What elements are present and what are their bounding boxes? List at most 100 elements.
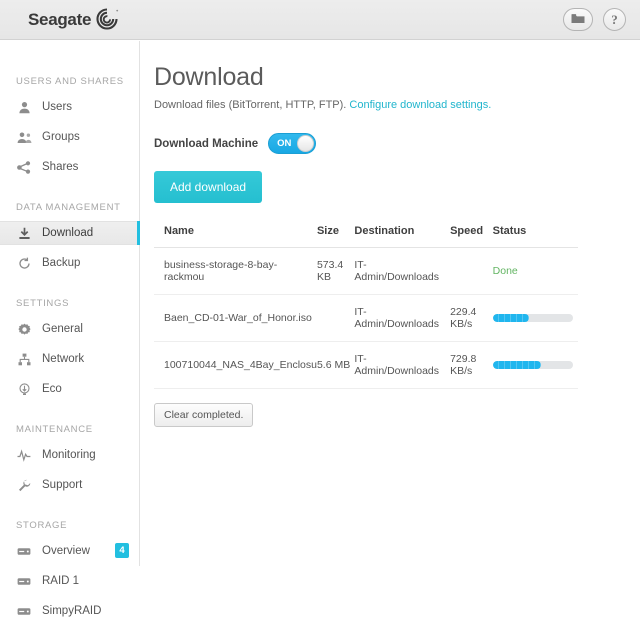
- brand-name: Seagate: [28, 10, 91, 30]
- sidebar-item-backup[interactable]: Backup: [0, 251, 139, 275]
- column-header-status[interactable]: Status: [493, 225, 578, 248]
- sidebar-item-label: Network: [42, 353, 84, 365]
- sidebar-item-label: Users: [42, 101, 72, 113]
- drive-icon: [16, 603, 32, 619]
- cell-name: Baen_CD-01-War_of_Honor.iso: [154, 295, 317, 342]
- sidebar-item-eco[interactable]: Eco: [0, 377, 139, 401]
- gear-icon: [16, 321, 32, 337]
- download-icon: [16, 225, 32, 241]
- sidebar-section-storage: STORAGE Overview 4 RAID 1 SimpyRAID: [0, 519, 139, 623]
- cell-size: 573.4 KB: [317, 248, 354, 295]
- sidebar-section-users-and-shares: USERS AND SHARES Users Groups Shares: [0, 75, 139, 179]
- eco-icon: [16, 381, 32, 397]
- folder-icon: [571, 13, 585, 27]
- status-done-text: Done: [493, 265, 518, 277]
- cell-size: 5.6 MB: [317, 342, 354, 389]
- brand-logo: Seagate: [28, 6, 120, 34]
- table-header-row: Name Size Destination Speed Status: [154, 225, 578, 248]
- sidebar-item-label: Groups: [42, 131, 80, 143]
- share-icon: [16, 159, 32, 175]
- sidebar-item-label: SimpyRAID: [42, 605, 101, 617]
- downloads-table: Name Size Destination Speed Status busin…: [154, 225, 578, 389]
- sidebar-section-title: USERS AND SHARES: [0, 75, 139, 89]
- table-row[interactable]: 100710044_NAS_4Bay_Enclosu 5.6 MB IT-Adm…: [154, 342, 578, 389]
- user-icon: [16, 99, 32, 115]
- drive-icon: [16, 573, 32, 589]
- sidebar-item-network[interactable]: Network: [0, 347, 139, 371]
- sidebar-item-label: RAID 1: [42, 575, 79, 587]
- column-header-name[interactable]: Name: [154, 225, 317, 248]
- clear-completed-button[interactable]: Clear completed.: [154, 403, 253, 427]
- progress-bar: [493, 361, 573, 369]
- main-content: Download Download files (BitTorrent, HTT…: [141, 41, 640, 566]
- download-machine-label: Download Machine: [154, 138, 258, 150]
- sidebar-item-label: Backup: [42, 257, 80, 269]
- cell-destination: IT-Admin/Downloads: [354, 248, 450, 295]
- sidebar-item-groups[interactable]: Groups: [0, 125, 139, 149]
- sidebar-item-raid-1[interactable]: RAID 1: [0, 569, 139, 593]
- wrench-icon: [16, 477, 32, 493]
- progress-bar-fill: [493, 314, 530, 322]
- configure-download-settings-link[interactable]: Configure download settings.: [349, 99, 491, 111]
- sidebar-item-label: Eco: [42, 383, 62, 395]
- column-header-size[interactable]: Size: [317, 225, 354, 248]
- drive-icon: [16, 543, 32, 559]
- sidebar-item-overview[interactable]: Overview 4: [0, 539, 139, 563]
- sidebar-item-label: Download: [42, 227, 93, 239]
- sidebar-section-settings: SETTINGS General Network Eco: [0, 297, 139, 401]
- sidebar-item-support[interactable]: Support: [0, 473, 139, 497]
- sidebar-item-label: Support: [42, 479, 82, 491]
- sidebar-item-label: General: [42, 323, 83, 335]
- status-badge: 4: [115, 543, 129, 558]
- folder-icon-button[interactable]: [563, 8, 593, 31]
- sidebar: USERS AND SHARES Users Groups Shares DAT…: [0, 41, 140, 566]
- sidebar-item-general[interactable]: General: [0, 317, 139, 341]
- cell-name: business-storage-8-bay-rackmou: [154, 248, 317, 295]
- top-header-bar: Seagate ?: [0, 0, 640, 40]
- sidebar-section-data-management: DATA MANAGEMENT Download Backup: [0, 201, 139, 275]
- sidebar-item-download[interactable]: Download: [0, 221, 139, 245]
- cell-size: [317, 295, 354, 342]
- sidebar-item-shares[interactable]: Shares: [0, 155, 139, 179]
- table-row[interactable]: business-storage-8-bay-rackmou 573.4 KB …: [154, 248, 578, 295]
- cell-speed: 729.8 KB/s: [450, 342, 493, 389]
- cell-status: Done: [493, 248, 578, 295]
- sidebar-section-title: STORAGE: [0, 519, 139, 533]
- page-subtitle: Download files (BitTorrent, HTTP, FTP). …: [154, 99, 640, 111]
- page-subtitle-text: Download files (BitTorrent, HTTP, FTP).: [154, 99, 349, 111]
- seagate-spiral-icon: [94, 6, 120, 35]
- sidebar-section-title: DATA MANAGEMENT: [0, 201, 139, 215]
- progress-bar-fill: [493, 361, 541, 369]
- sidebar-item-monitoring[interactable]: Monitoring: [0, 443, 139, 467]
- progress-bar: [493, 314, 573, 322]
- sidebar-item-label: Overview: [42, 545, 90, 557]
- add-download-button[interactable]: Add download: [154, 171, 262, 203]
- cell-status: [493, 342, 578, 389]
- cell-speed: [450, 248, 493, 295]
- sidebar-item-simpyraid[interactable]: SimpyRAID: [0, 599, 139, 623]
- sidebar-section-maintenance: MAINTENANCE Monitoring Support: [0, 423, 139, 497]
- network-icon: [16, 351, 32, 367]
- cell-status: [493, 295, 578, 342]
- cell-destination: IT-Admin/Downloads: [354, 342, 450, 389]
- cell-destination: IT-Admin/Downloads: [354, 295, 450, 342]
- table-row[interactable]: Baen_CD-01-War_of_Honor.iso IT-Admin/Dow…: [154, 295, 578, 342]
- help-icon-button[interactable]: ?: [603, 8, 626, 31]
- help-question-icon: ?: [611, 13, 618, 26]
- toggle-state-text: ON: [277, 134, 291, 153]
- cell-name: 100710044_NAS_4Bay_Enclosu: [154, 342, 317, 389]
- toggle-knob: [297, 135, 314, 152]
- download-machine-toggle[interactable]: ON: [268, 133, 316, 154]
- groups-icon: [16, 129, 32, 145]
- cell-speed: 229.4 KB/s: [450, 295, 493, 342]
- column-header-speed[interactable]: Speed: [450, 225, 493, 248]
- sidebar-section-title: MAINTENANCE: [0, 423, 139, 437]
- pulse-icon: [16, 447, 32, 463]
- download-machine-row: Download Machine ON: [154, 133, 640, 154]
- page-title: Download: [154, 63, 640, 92]
- topbar-actions: ?: [563, 8, 626, 31]
- column-header-destination[interactable]: Destination: [354, 225, 450, 248]
- sidebar-item-users[interactable]: Users: [0, 95, 139, 119]
- sidebar-item-label: Shares: [42, 161, 78, 173]
- sidebar-item-label: Monitoring: [42, 449, 96, 461]
